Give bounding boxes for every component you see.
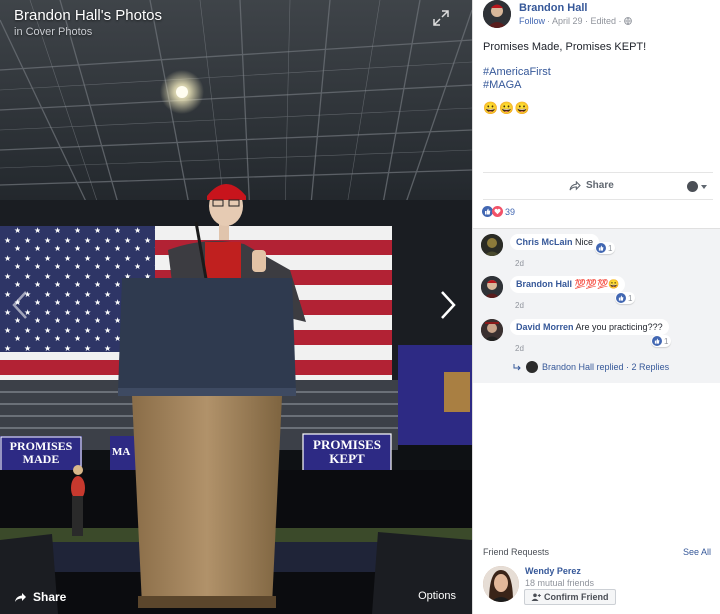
post-side-panel: Brandon Hall Follow · April 29 · Edited …	[472, 0, 720, 614]
avatar[interactable]	[481, 234, 503, 256]
comment-bubble: Brandon Hall 💯💯💯😀	[510, 276, 626, 293]
facebook-photo-theater: ★ ★	[0, 0, 720, 614]
avatar	[526, 361, 538, 373]
requester-name[interactable]: Wendy Perez	[525, 566, 581, 576]
like-icon	[652, 336, 662, 346]
photo-viewer[interactable]: ★ ★	[0, 0, 472, 614]
comment-text: 💯💯💯😀	[574, 279, 620, 289]
friend-requests-header: Friend Requests See All	[483, 547, 711, 557]
avatar-photo	[483, 0, 511, 28]
post-text: Promises Made, Promises KEPT!	[483, 41, 647, 53]
mutual-friends[interactable]: 18 mutual friends	[525, 578, 594, 588]
avatar[interactable]	[481, 276, 503, 298]
see-all-link[interactable]: See All	[683, 547, 711, 557]
comments-section: Chris McLain Nice 1 2d Brandon Hall 💯💯💯😀	[473, 228, 720, 383]
comment-bubble: Chris McLain Nice	[510, 234, 600, 250]
comment-time[interactable]: 2d	[515, 301, 524, 310]
album-owner-title[interactable]: Brandon Hall's Photos	[14, 7, 162, 24]
like-count: 1	[628, 293, 633, 303]
banner-promises-made: PROMISES MADE	[0, 440, 82, 466]
view-replies-link[interactable]: Brandon Hall replied · 2 Replies	[513, 361, 669, 373]
share-label: Share	[586, 180, 614, 191]
replies-text: Brandon Hall replied · 2 Replies	[542, 362, 670, 372]
post-date: · April 29 · Edited ·	[547, 16, 622, 26]
confirm-friend-button[interactable]: Confirm Friend	[524, 589, 616, 605]
comment-like-count[interactable]: 1	[651, 335, 672, 347]
rally-photo: ★ ★	[0, 0, 472, 614]
banner-promises-kept: PROMISES KEPT	[303, 438, 391, 466]
comment-item: David Morren Are you practicing??? 1 2d	[481, 319, 713, 359]
like-icon	[596, 243, 606, 253]
comment-author[interactable]: Brandon Hall	[516, 279, 572, 289]
reaction-count: 39	[505, 206, 516, 217]
viewer-share-button[interactable]: Share	[14, 590, 66, 604]
share-button[interactable]: Share	[569, 180, 614, 191]
share-arrow-icon	[569, 180, 581, 190]
album-name[interactable]: in Cover Photos	[14, 26, 92, 38]
friend-request-item: Wendy Perez 18 mutual friends Confirm Fr…	[483, 566, 711, 606]
avatar[interactable]	[481, 319, 503, 341]
avatar[interactable]	[483, 0, 511, 28]
reaction-summary[interactable]: 39	[482, 206, 515, 217]
comment-like-count[interactable]: 1	[615, 292, 636, 304]
previous-photo-icon[interactable]	[10, 290, 32, 320]
post-author-name[interactable]: Brandon Hall	[519, 2, 587, 14]
globe-icon	[623, 17, 632, 25]
banner-text-line2: KEPT	[329, 451, 365, 466]
comment-author[interactable]: David Morren	[516, 322, 574, 332]
banner-text-line2: MADE	[22, 452, 60, 466]
post-as-selector[interactable]	[687, 181, 707, 192]
comment-time[interactable]: 2d	[515, 344, 524, 353]
reply-arrow-icon	[513, 363, 521, 370]
post-meta: Follow · April 29 · Edited ·	[519, 16, 632, 26]
like-icon	[616, 293, 626, 303]
comment-author[interactable]: Chris McLain	[516, 237, 573, 247]
comment-bubble: David Morren Are you practicing???	[510, 319, 669, 335]
share-arrow-icon	[15, 592, 26, 602]
comment-item: Chris McLain Nice 1 2d	[481, 234, 713, 274]
comment-item: Brandon Hall 💯💯💯😀 1 2d	[481, 276, 713, 316]
add-friend-icon	[531, 593, 541, 601]
post-action-bar: Share	[483, 172, 713, 200]
chevron-down-icon	[701, 184, 707, 189]
next-photo-icon[interactable]	[436, 290, 458, 320]
like-count: 1	[664, 336, 669, 346]
follow-link[interactable]: Follow	[519, 16, 545, 26]
banner-ma: MA	[112, 446, 131, 458]
banner-text-line1: PROMISES	[313, 437, 381, 452]
confirm-label: Confirm Friend	[544, 592, 609, 602]
comment-like-count[interactable]: 1	[595, 242, 616, 254]
hashtag-link[interactable]: #AmericaFirst	[483, 66, 713, 79]
friend-requests-title: Friend Requests	[483, 547, 550, 557]
post-emojis: 😀😀😀	[483, 101, 531, 115]
avatar	[687, 181, 698, 192]
photo-options-button[interactable]: Options	[418, 590, 456, 602]
post-body: Promises Made, Promises KEPT! #AmericaFi…	[483, 41, 713, 115]
love-reaction-icon	[492, 206, 503, 217]
like-count: 1	[608, 243, 613, 253]
comment-text: Nice	[575, 237, 594, 247]
share-label: Share	[33, 590, 67, 604]
comment-time[interactable]: 2d	[515, 259, 524, 268]
hashtag-link[interactable]: #MAGA	[483, 79, 713, 92]
comment-text: Are you practicing???	[575, 322, 663, 332]
fullscreen-icon[interactable]	[432, 9, 450, 27]
avatar[interactable]	[483, 566, 519, 602]
